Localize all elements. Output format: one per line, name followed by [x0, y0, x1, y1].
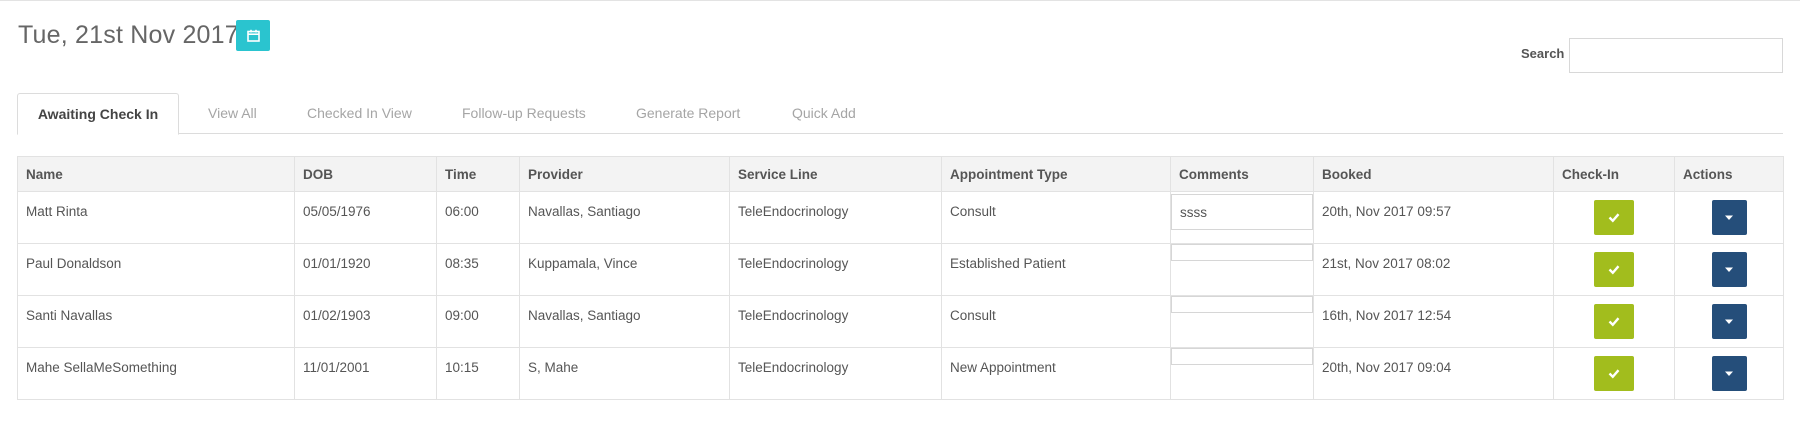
cell-service-line: TeleEndocrinology [729, 295, 942, 348]
tab-quick-add[interactable]: Quick Add [792, 93, 856, 134]
cell-service-line: TeleEndocrinology [729, 191, 942, 244]
column-header-time[interactable]: Time [436, 156, 520, 192]
table-row: Santi Navallas 01/02/1903 09:00 Navallas… [17, 295, 1784, 348]
cell-check-in [1553, 243, 1675, 296]
cell-actions [1674, 191, 1784, 244]
cell-service-line: TeleEndocrinology [729, 243, 942, 296]
cell-comments [1170, 295, 1314, 348]
cell-name: Santi Navallas [17, 295, 295, 348]
tab-view-all[interactable]: View All [208, 93, 257, 134]
actions-dropdown-button[interactable] [1711, 304, 1747, 339]
cell-booked: 20th, Nov 2017 09:57 [1313, 191, 1554, 244]
cell-time: 08:35 [436, 243, 520, 296]
tab-bar: Awaiting Check In View All Checked In Vi… [17, 93, 1783, 135]
cell-comments [1170, 243, 1314, 296]
tab-generate-report[interactable]: Generate Report [636, 93, 740, 134]
column-header-check-in: Check-In [1553, 156, 1675, 192]
cell-appointment-type: Consult [941, 295, 1171, 348]
cell-dob: 05/05/1976 [294, 191, 437, 244]
calendar-button[interactable] [236, 20, 270, 51]
column-header-booked[interactable]: Booked [1313, 156, 1554, 192]
actions-dropdown-button[interactable] [1711, 200, 1747, 235]
column-header-appointment-type[interactable]: Appointment Type [941, 156, 1171, 192]
check-in-button[interactable] [1594, 304, 1634, 339]
check-icon [1608, 369, 1620, 379]
cell-comments [1170, 347, 1314, 400]
cell-provider: Kuppamala, Vince [519, 243, 730, 296]
cell-appointment-type: New Appointment [941, 347, 1171, 400]
tab-checked-in-view[interactable]: Checked In View [307, 93, 412, 134]
table-row: Matt Rinta 05/05/1976 06:00 Navallas, Sa… [17, 191, 1784, 244]
column-header-service-line[interactable]: Service Line [729, 156, 942, 192]
cell-check-in [1553, 347, 1675, 400]
actions-dropdown-button[interactable] [1711, 252, 1747, 287]
search-input[interactable] [1569, 38, 1783, 73]
actions-dropdown-button[interactable] [1711, 356, 1747, 391]
cell-appointment-type: Consult [941, 191, 1171, 244]
comments-input[interactable] [1171, 296, 1313, 313]
cell-actions [1674, 347, 1784, 400]
cell-name: Mahe SellaMeSomething [17, 347, 295, 400]
cell-booked: 20th, Nov 2017 09:04 [1313, 347, 1554, 400]
calendar-icon [246, 29, 260, 42]
cell-check-in [1553, 295, 1675, 348]
cell-booked: 21st, Nov 2017 08:02 [1313, 243, 1554, 296]
cell-provider: S, Mahe [519, 347, 730, 400]
tab-follow-up-requests[interactable]: Follow-up Requests [462, 93, 586, 134]
check-in-button[interactable] [1594, 356, 1634, 391]
column-header-name[interactable]: Name [17, 156, 295, 192]
cell-time: 10:15 [436, 347, 520, 400]
column-header-actions: Actions [1674, 156, 1784, 192]
column-header-comments[interactable]: Comments [1170, 156, 1314, 192]
cell-service-line: TeleEndocrinology [729, 347, 942, 400]
cell-appointment-type: Established Patient [941, 243, 1171, 296]
cell-dob: 01/02/1903 [294, 295, 437, 348]
check-icon [1608, 317, 1620, 327]
cell-actions [1674, 243, 1784, 296]
comments-input[interactable] [1171, 348, 1313, 365]
appointments-page: Tue, 21st Nov 2017 Search Awaiting Check… [0, 1, 1800, 439]
cell-name: Matt Rinta [17, 191, 295, 244]
check-icon [1608, 265, 1620, 275]
caret-down-icon [1725, 319, 1733, 324]
cell-dob: 01/01/1920 [294, 243, 437, 296]
check-in-button[interactable] [1594, 200, 1634, 235]
comments-input[interactable] [1171, 194, 1313, 230]
page-title: Tue, 21st Nov 2017 [18, 21, 239, 49]
caret-down-icon [1725, 267, 1733, 272]
cell-actions [1674, 295, 1784, 348]
tab-awaiting-check-in[interactable]: Awaiting Check In [17, 93, 179, 135]
cell-provider: Navallas, Santiago [519, 191, 730, 244]
check-in-button[interactable] [1594, 252, 1634, 287]
column-header-dob[interactable]: DOB [294, 156, 437, 192]
cell-time: 06:00 [436, 191, 520, 244]
appointments-table: Name DOB Time Provider Service Line Appo… [17, 156, 1784, 400]
cell-check-in [1553, 191, 1675, 244]
check-icon [1608, 213, 1620, 223]
caret-down-icon [1725, 215, 1733, 220]
cell-dob: 11/01/2001 [294, 347, 437, 400]
caret-down-icon [1725, 371, 1733, 376]
table-header-row: Name DOB Time Provider Service Line Appo… [17, 156, 1784, 192]
cell-time: 09:00 [436, 295, 520, 348]
comments-input[interactable] [1171, 244, 1313, 261]
cell-booked: 16th, Nov 2017 12:54 [1313, 295, 1554, 348]
table-row: Mahe SellaMeSomething 11/01/2001 10:15 S… [17, 347, 1784, 400]
cell-provider: Navallas, Santiago [519, 295, 730, 348]
cell-comments [1170, 191, 1314, 244]
table-row: Paul Donaldson 01/01/1920 08:35 Kuppamal… [17, 243, 1784, 296]
cell-name: Paul Donaldson [17, 243, 295, 296]
column-header-provider[interactable]: Provider [519, 156, 730, 192]
search-label: Search [1521, 46, 1565, 61]
